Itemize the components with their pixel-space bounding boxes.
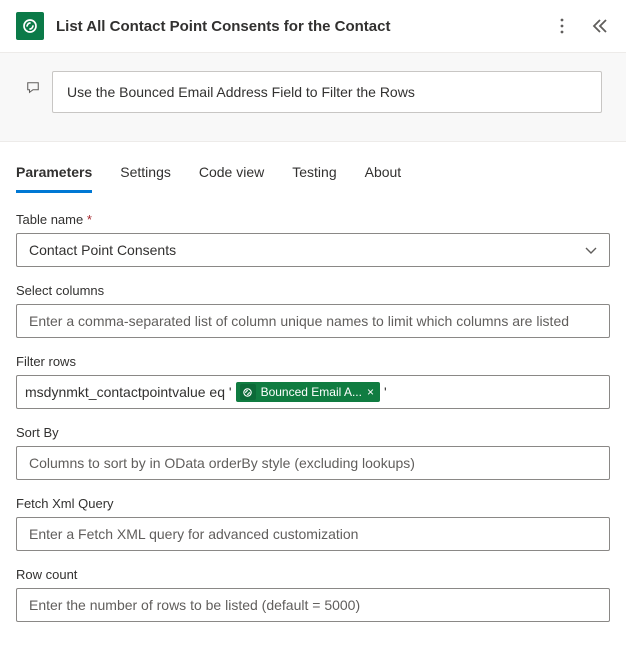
- connector-icon: [16, 12, 44, 40]
- more-icon[interactable]: [552, 16, 572, 36]
- select-columns-label: Select columns: [16, 283, 610, 298]
- tab-about[interactable]: About: [365, 156, 402, 193]
- filter-rows-input[interactable]: msdynmkt_contactpointvalue eq ' Bounced …: [16, 375, 610, 409]
- tab-parameters[interactable]: Parameters: [16, 156, 92, 193]
- filter-expression-suffix: ': [384, 384, 387, 400]
- sort-by-label: Sort By: [16, 425, 610, 440]
- table-name-value: Contact Point Consents: [29, 242, 585, 258]
- table-name-label: Table name *: [16, 212, 610, 227]
- filter-rows-label: Filter rows: [16, 354, 610, 369]
- collapse-icon[interactable]: [590, 16, 610, 36]
- comment-input[interactable]: Use the Bounced Email Address Field to F…: [52, 71, 602, 113]
- token-label: Bounced Email A...: [261, 385, 362, 399]
- chevron-down-icon: [585, 242, 597, 258]
- tab-code-view[interactable]: Code view: [199, 156, 264, 193]
- filter-expression-prefix: msdynmkt_contactpointvalue eq ': [25, 384, 232, 400]
- row-count-input[interactable]: [16, 588, 610, 622]
- table-name-select[interactable]: Contact Point Consents: [16, 233, 610, 267]
- parameters-form: Table name * Contact Point Consents Sele…: [0, 194, 626, 656]
- token-connector-icon: [240, 384, 256, 400]
- step-header: List All Contact Point Consents for the …: [0, 0, 626, 53]
- dynamic-content-token[interactable]: Bounced Email A... ×: [236, 382, 380, 402]
- token-remove-icon[interactable]: ×: [367, 386, 374, 398]
- tab-bar: Parameters Settings Code view Testing Ab…: [0, 156, 626, 194]
- comment-icon: [26, 71, 42, 98]
- fetch-xml-input[interactable]: [16, 517, 610, 551]
- select-columns-input[interactable]: [16, 304, 610, 338]
- row-count-label: Row count: [16, 567, 610, 582]
- sort-by-input[interactable]: [16, 446, 610, 480]
- step-title: List All Contact Point Consents for the …: [56, 18, 552, 35]
- comment-section: Use the Bounced Email Address Field to F…: [0, 53, 626, 142]
- fetch-xml-label: Fetch Xml Query: [16, 496, 610, 511]
- tab-testing[interactable]: Testing: [292, 156, 336, 193]
- tab-settings[interactable]: Settings: [120, 156, 171, 193]
